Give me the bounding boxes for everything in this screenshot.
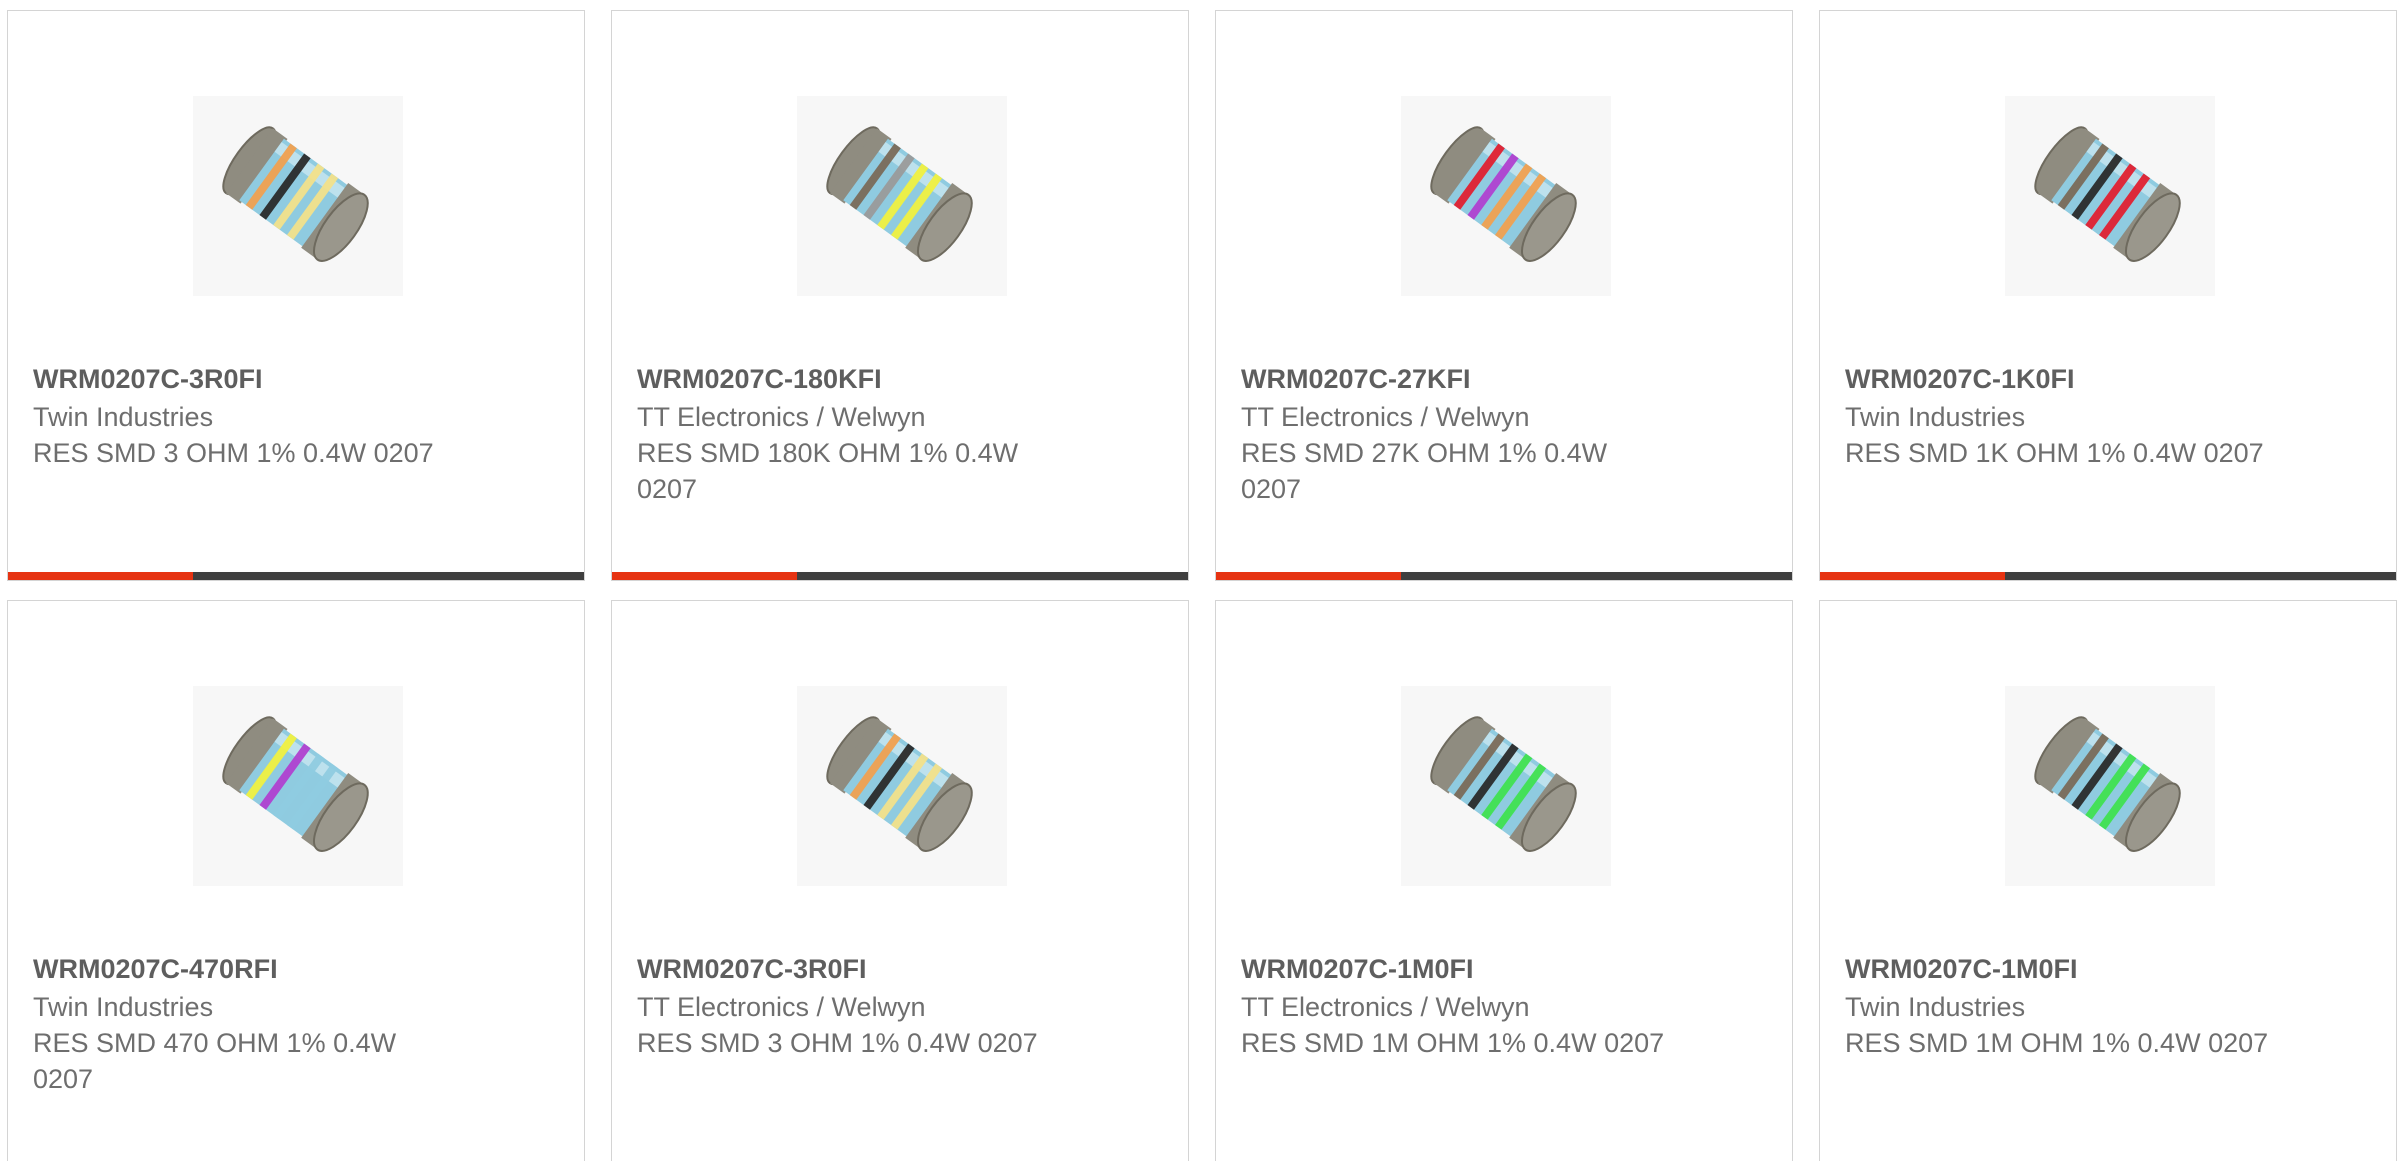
progress-fill	[612, 572, 797, 580]
description: RES SMD 1M OHM 1% 0.4W 0207	[1241, 1028, 1665, 1058]
product-card[interactable]: WRM0207C-1M0FI Twin Industries RES SMD 1…	[1819, 600, 2397, 1161]
manufacturer: Twin Industries	[1845, 402, 2026, 432]
part-number[interactable]: WRM0207C-27KFI	[1241, 361, 1761, 397]
progress-bar	[1216, 572, 1792, 580]
resistor-icon	[193, 96, 403, 296]
description: RES SMD 3 OHM 1% 0.4W 0207	[33, 438, 434, 468]
product-grid: WRM0207C-3R0FI Twin Industries RES SMD 3…	[0, 0, 2400, 1161]
product-card[interactable]: WRM0207C-3R0FI Twin Industries RES SMD 3…	[7, 10, 585, 581]
part-number[interactable]: WRM0207C-1K0FI	[1845, 361, 2365, 397]
manufacturer: Twin Industries	[1845, 992, 2026, 1022]
product-card[interactable]: WRM0207C-1M0FI TT Electronics / Welwyn R…	[1215, 600, 1793, 1161]
part-number[interactable]: WRM0207C-1M0FI	[1241, 951, 1761, 987]
description: RES SMD 180K OHM 1% 0.4W 0207	[637, 438, 1019, 504]
manufacturer: Twin Industries	[33, 402, 214, 432]
part-number[interactable]: WRM0207C-470RFI	[33, 951, 553, 987]
description: RES SMD 1K OHM 1% 0.4W 0207	[1845, 438, 2264, 468]
description: RES SMD 27K OHM 1% 0.4W 0207	[1241, 438, 1608, 504]
manufacturer: TT Electronics / Welwyn	[1241, 992, 1530, 1022]
manufacturer: TT Electronics / Welwyn	[1241, 402, 1530, 432]
progress-bar	[612, 572, 1188, 580]
resistor-icon	[797, 96, 1007, 296]
product-card[interactable]: WRM0207C-180KFI TT Electronics / Welwyn …	[611, 10, 1189, 581]
resistor-icon	[2005, 686, 2215, 886]
resistor-icon	[1401, 686, 1611, 886]
progress-fill	[1216, 572, 1401, 580]
manufacturer: TT Electronics / Welwyn	[637, 992, 926, 1022]
manufacturer: TT Electronics / Welwyn	[637, 402, 926, 432]
description: RES SMD 1M OHM 1% 0.4W 0207	[1845, 1028, 2269, 1058]
part-number[interactable]: WRM0207C-180KFI	[637, 361, 1157, 397]
progress-fill	[1820, 572, 2005, 580]
part-number[interactable]: WRM0207C-1M0FI	[1845, 951, 2365, 987]
resistor-icon	[797, 686, 1007, 886]
progress-bar	[8, 572, 584, 580]
manufacturer: Twin Industries	[33, 992, 214, 1022]
product-card[interactable]: WRM0207C-27KFI TT Electronics / Welwyn R…	[1215, 10, 1793, 581]
part-number[interactable]: WRM0207C-3R0FI	[33, 361, 553, 397]
description: RES SMD 3 OHM 1% 0.4W 0207	[637, 1028, 1038, 1058]
resistor-icon	[1401, 96, 1611, 296]
resistor-icon	[2005, 96, 2215, 296]
product-card[interactable]: WRM0207C-470RFI Twin Industries RES SMD …	[7, 600, 585, 1161]
progress-fill	[8, 572, 193, 580]
product-card[interactable]: WRM0207C-1K0FI Twin Industries RES SMD 1…	[1819, 10, 2397, 581]
resistor-icon	[193, 686, 403, 886]
product-card[interactable]: WRM0207C-3R0FI TT Electronics / Welwyn R…	[611, 600, 1189, 1161]
progress-bar	[1820, 572, 2396, 580]
description: RES SMD 470 OHM 1% 0.4W 0207	[33, 1028, 397, 1094]
part-number[interactable]: WRM0207C-3R0FI	[637, 951, 1157, 987]
